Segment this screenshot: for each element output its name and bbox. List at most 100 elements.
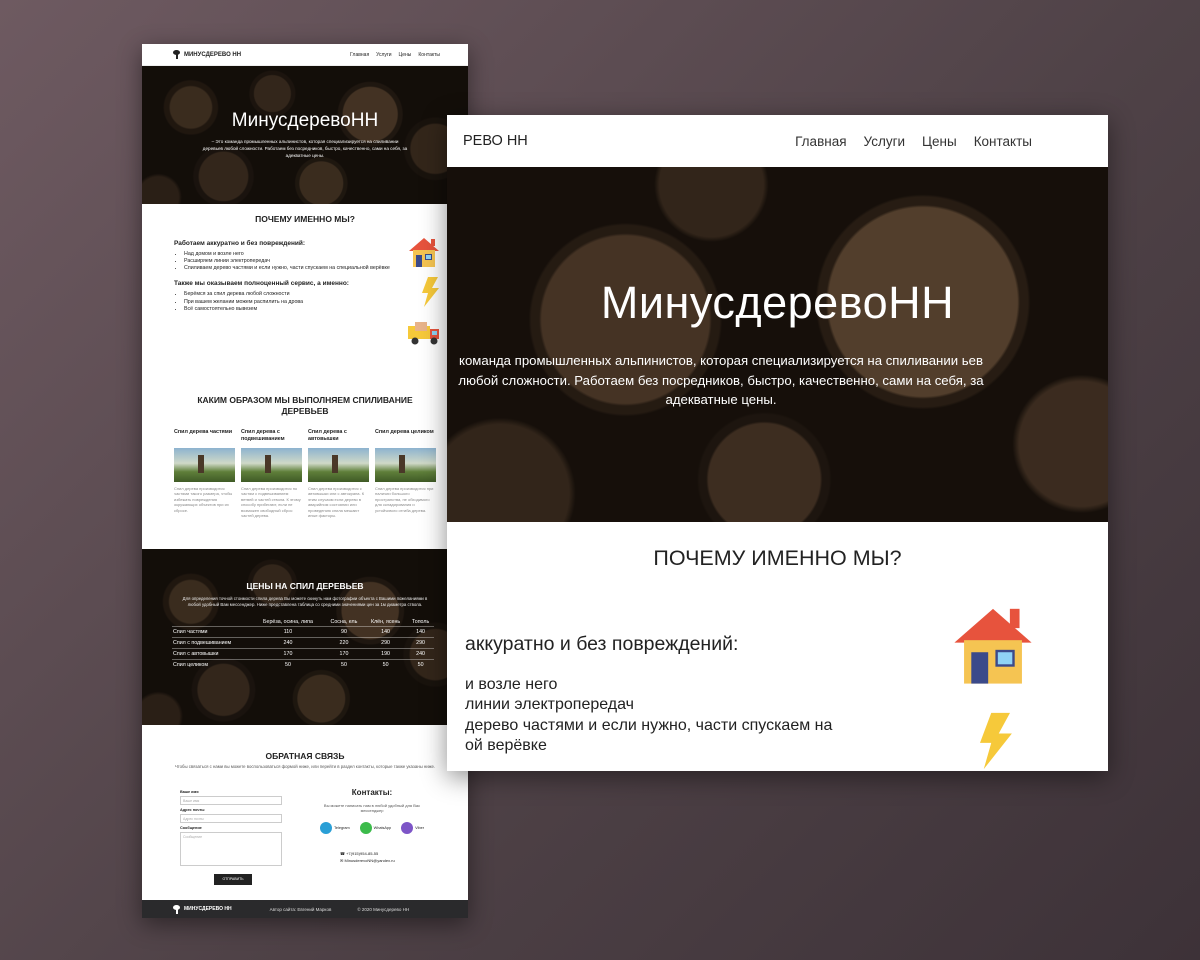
method-photo [241,448,302,483]
zoom-logo-text[interactable]: РЕВО НН [463,133,528,149]
table-header: Тополь [411,619,430,626]
methods-title: КАКИМ ОБРАЗОМ МЫ ВЫПОЛНЯЕМ СПИЛИВАНИЕ ДЕ… [197,395,413,417]
contacts-desc: Вы можете написать нам в любой удобный д… [323,803,421,814]
zoom-header: РЕВО НН Главная Услуги Цены Контакты [447,115,1108,167]
message-field[interactable]: Сообщение [180,832,282,866]
zoom-nav-contacts[interactable]: Контакты [974,134,1032,149]
table-cell: 220 [323,637,364,649]
submit-button[interactable]: ОТПРАВИТЬ [214,874,252,885]
full-page-mockup: МИНУСДЕРЕВО НН Главная Услуги Цены Конта… [142,44,468,918]
list-item: Берёмся за спил дерева любой сложности [184,291,394,298]
table-cell: Спил с автовышки [172,648,252,660]
zoom-why-title: ПОЧЕМУ ИМЕННО МЫ? [653,546,902,570]
lightning-icon [980,712,1012,770]
method-photo [174,448,235,483]
feedback-form: Ваше имя Ваше имя Адрес почты Адрес почт… [180,787,282,885]
table-cell: 110 [252,626,324,638]
table-header: Клён, ясень [371,619,401,626]
list-item: Всё самостоятельно вывезем [184,306,394,313]
method-card: Спил дерева с подвешиванием Спил дерева … [241,429,302,518]
phone-number: +7(915)954-85-55 [346,850,379,856]
table-header [172,618,252,627]
method-card-title: Спил дерева частями [174,429,233,436]
why-title: ПОЧЕМУ ИМЕННО МЫ? [255,214,355,224]
site-logo[interactable]: МИНУСДЕРЕВО НН [172,50,241,59]
whatsapp-link[interactable]: WhatsApp [359,821,392,834]
method-photo [375,448,436,483]
method-card-text: Спил дерева производится с автовышки или… [308,486,365,519]
hero-title: МинусдеревоНН [231,110,379,131]
list-item: и возле него [465,676,558,693]
lightning-icon [422,277,439,307]
table-header: Берёза, осина, липа [263,619,313,626]
zoom-hero-title: МинусдеревоНН [600,277,955,328]
prices-desc: Для определения точной стоимости спила д… [182,596,428,608]
viber-link[interactable]: Viber [401,821,424,834]
table-header-row: Берёза, осина, липа Сосна, ель Клён, ясе… [172,618,434,627]
footer-logo-text: МИНУСДЕРЕВО НН [184,906,232,912]
message-label: Сообщение [180,826,202,830]
method-card: Спил дерева частями Спил дерева производ… [174,429,235,518]
table-cell: 50 [407,659,434,671]
methods-section: КАКИМ ОБРАЗОМ МЫ ВЫПОЛНЯЕМ СПИЛИВАНИЕ ДЕ… [142,379,468,549]
why-block2-list: Берёмся за спил дерева любой сложности П… [184,291,394,312]
footer-author: Автор сайта: Евгений Марков [269,906,332,912]
price-table: Берёза, осина, липа Сосна, ель Клён, ясе… [172,618,434,671]
hero-section: МинусдеревоНН – Это команда промышленных… [142,66,468,204]
table-cell: 90 [323,626,364,638]
list-item: Спиливаем дерево частями и если нужно, ч… [184,265,394,272]
table-row: Спил целиком 50 50 50 50 [172,659,434,671]
table-cell: 140 [407,626,434,638]
feedback-title: ОБРАТНАЯ СВЯЗЬ [265,751,345,761]
method-card-title: Спил дерева целиком [375,429,434,436]
method-card-text: Спил дерева производится частями такого … [174,486,233,513]
hero-text: – Это команда промышленных альпинистов, … [202,139,408,158]
nav-home[interactable]: Главная [350,52,369,58]
zoom-nav-home[interactable]: Главная [795,134,846,149]
method-photo [308,448,369,483]
nav-prices[interactable]: Цены [399,52,412,58]
table-cell: 170 [252,648,324,660]
zoomed-page-mockup: РЕВО НН Главная Услуги Цены Контакты Мин… [447,115,1108,771]
house-icon [954,608,1032,684]
nav-contacts[interactable]: Контакты [418,52,440,58]
zoom-block1-title: аккуратно и без повреждений: [465,633,739,655]
telegram-label: Telegram [334,825,350,830]
method-card: Спил дерева с автовышки Спил дерева прои… [308,429,369,518]
list-item: При вашем желании можем распилить на дро… [184,299,394,306]
list-item: дерево частями и если нужно, части спуск… [465,716,833,734]
email-row[interactable]: ✉ MinusderevoNN@yandex.ru [340,857,432,865]
feedback-desc: Чтобы связаться с нами вы можете восполь… [174,764,436,769]
logo-text: МИНУСДЕРЕВО НН [184,51,242,58]
footer-logo[interactable]: МИНУСДЕРЕВО НН [172,904,232,914]
prices-section: ЦЕНЫ НА СПИЛ ДЕРЕВЬЕВ Для определения то… [142,549,468,725]
house-icon [409,238,439,267]
list-item: линии электропередач [465,696,635,714]
whatsapp-icon [359,821,372,834]
nav-services[interactable]: Услуги [376,52,391,58]
why-block1-title: Работаем аккуратно и без повреждений: [174,240,306,247]
tree-icon [172,50,181,59]
table-cell: Спил целиком [172,659,252,671]
table-cell: 290 [363,637,408,649]
why-block2-title: Также мы оказываем полноценный сервис, а… [174,280,349,288]
zoom-hero: МинусдеревоНН команда промышленных альпи… [447,167,1108,522]
why-us-section: ПОЧЕМУ ИМЕННО МЫ? Работаем аккуратно и б… [142,204,468,379]
email-field[interactable]: Адрес почты [180,814,282,823]
viber-icon [401,821,414,834]
tree-icon [172,904,181,914]
table-row: Спил с автовышки 170 170 190 240 [172,648,434,660]
table-cell: 240 [252,637,324,649]
zoom-nav-services[interactable]: Услуги [864,134,906,149]
table-cell: 140 [363,626,408,638]
table-cell: 190 [363,648,408,660]
phone-row[interactable]: ☎ +7(915)954-85-55 [340,850,432,858]
name-field[interactable]: Ваше имя [180,796,282,805]
site-footer: МИНУСДЕРЕВО НН Автор сайта: Евгений Марк… [142,900,468,918]
viber-label: Viber [415,825,424,830]
telegram-link[interactable]: Telegram [320,821,350,834]
whatsapp-label: WhatsApp [373,825,392,830]
zoom-nav-prices[interactable]: Цены [922,134,957,149]
table-cell: Спил с подвешиванием [172,637,252,649]
nav-menu: Главная Услуги Цены Контакты [350,52,440,58]
